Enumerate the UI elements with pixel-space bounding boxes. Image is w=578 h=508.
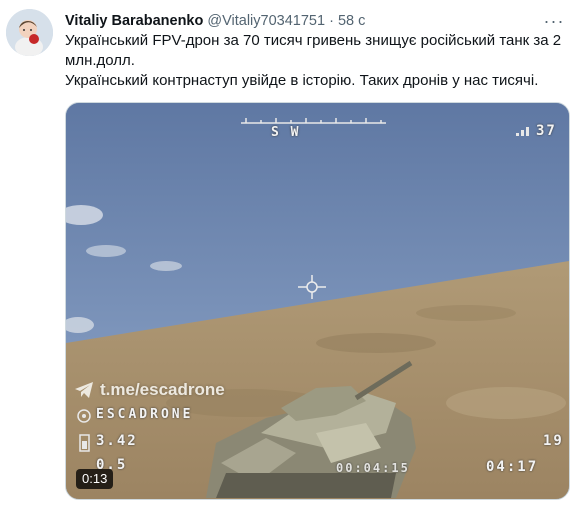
osd-bottom-mid: 00:04:15 (336, 461, 410, 475)
video-duration-badge: 0:13 (76, 469, 114, 489)
avatar[interactable] (6, 9, 53, 56)
watermark: t.me/escadrone (74, 380, 225, 400)
avatar-image (6, 9, 53, 56)
tweet-text: Український FPV-дрон за 70 тисяч гривень… (65, 31, 570, 91)
telegram-icon (75, 382, 93, 398)
tweet-timestamp[interactable]: 58 с (338, 13, 365, 29)
tweet: Vitaliy Barabanenko @Vitaliy70341751 · 5… (0, 0, 578, 508)
tweet-header: Vitaliy Barabanenko @Vitaliy70341751 · 5… (65, 11, 538, 31)
osd-timer: 04:17 (486, 459, 539, 475)
osd-callsign: ESCADRONE (96, 407, 194, 422)
video-player[interactable]: S W 37 t.me/escadrone ESCADRONE 3.42 0.5… (65, 102, 570, 500)
more-options-icon[interactable]: ··· (542, 9, 566, 33)
author-name[interactable]: Vitaliy Barabanenko (65, 13, 203, 29)
osd-compass: S W (271, 125, 301, 140)
osd-voltage: 3.42 (96, 433, 138, 449)
watermark-text: t.me/escadrone (100, 380, 225, 399)
osd-signal-value: 37 (536, 123, 557, 139)
osd-right-value: 19 (543, 433, 564, 449)
tweet-text-line-2: Український контрнаступ увійде в історію… (65, 72, 539, 89)
tweet-text-line-1: Український FPV-дрон за 70 тисяч гривень… (65, 32, 562, 69)
author-handle[interactable]: @Vitaliy70341751 (207, 13, 325, 29)
video-frame (66, 103, 569, 499)
separator-dot: · (329, 13, 334, 29)
